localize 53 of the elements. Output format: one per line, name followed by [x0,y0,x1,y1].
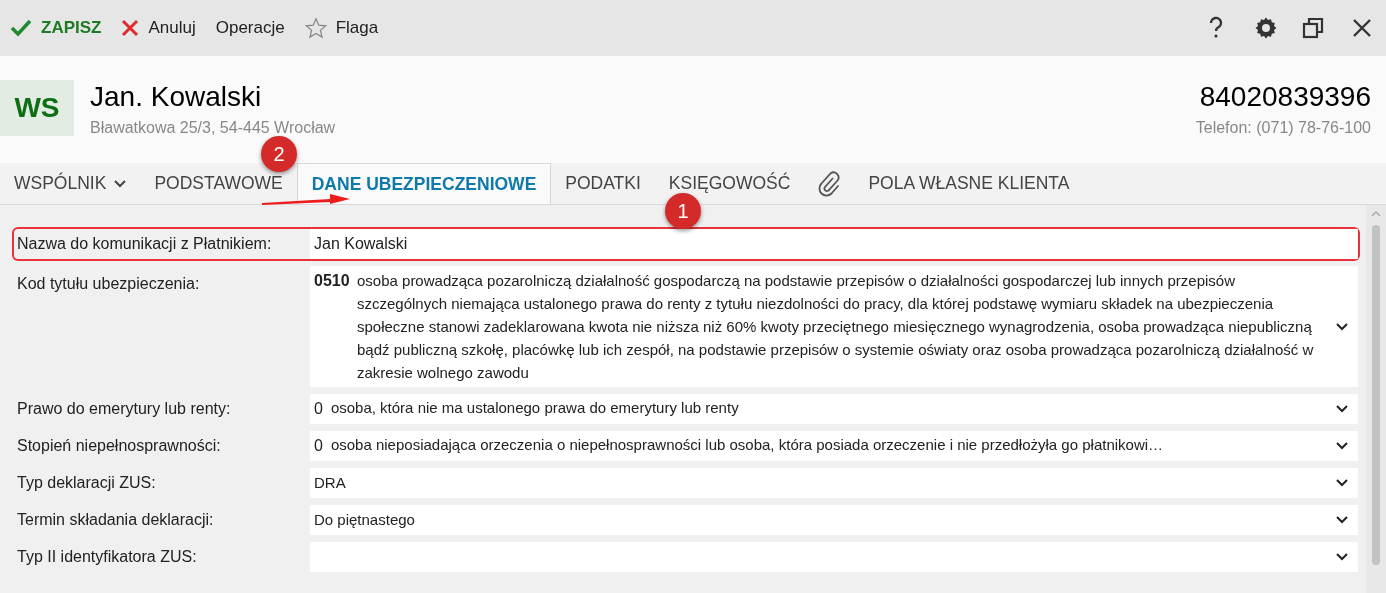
chevron-down-icon [114,179,127,188]
option-text: DRA [314,472,346,493]
save-button[interactable]: ZAPISZ [10,15,102,41]
select-field[interactable] [310,542,1358,572]
client-name: Jan. Kowalski [90,80,263,114]
select-field[interactable]: 0 osoba, która nie ma ustalonego prawa do emerytury lub renty [310,394,1358,424]
tab[interactable]: POLA WŁASNE KLIENTA [854,163,1084,204]
option-code: 0 [314,436,323,456]
chevron-down-icon [1336,322,1348,331]
field-label: Prawo do emerytury lub renty: [16,399,232,419]
restore-window-icon [1302,17,1324,39]
option-text: osoba, która nie ma ustalonego prawa do emerytury lub renty [330,398,739,418]
option-text: Do piętnastego [314,509,415,530]
field-label: Kod tytułu ubezpieczenia: [16,274,201,294]
select-field[interactable]: DRA [310,468,1358,498]
avatar: WS [0,80,74,136]
scrollbar-thumb[interactable] [1372,225,1380,565]
select-field[interactable]: 0 osoba nieposiadająca orzeczenia o niepełnosprawności lub osoba, która posiada orzeczenie i nie przedłożyła go płatnikowi… [310,431,1358,461]
client-address: Bławatkowa 25/3, 54-445 Wrocław [90,118,336,138]
phone-number: Telefon: (071) 78-76-100 [1195,118,1371,138]
scrollbar[interactable] [1366,205,1386,593]
flag-button[interactable]: Flaga [304,15,379,41]
field-label: Termin składania deklaracji: [16,510,215,530]
checkmark-icon [10,19,32,37]
settings-icon [1254,16,1278,40]
close-icon [121,19,140,37]
help-icon [1208,16,1224,40]
option-text: osoba nieposiadająca orzeczenia o niepełnosprawności lub osoba, która posiada orzeczenie i nie przedłożyła go płatnikowi… [330,435,1164,455]
scroll-up-icon [1371,211,1381,217]
chevron-down-icon [1336,553,1348,561]
close-icon [1352,18,1372,38]
option-code: 0510 [314,271,351,291]
field-label: Stopień niepełnosprawności: [16,436,222,456]
paperclip-icon [818,170,841,197]
chevron-down-icon [1336,405,1348,413]
name-input-field[interactable]: Jan Kowalski [310,229,1358,259]
star-icon [304,17,327,39]
select-field[interactable] [310,266,1358,387]
id-number: 84020839396 [1199,80,1371,114]
operations-button[interactable]: Operacje [215,15,285,41]
select-field[interactable]: Do piętnastego [310,505,1358,535]
option-text: osoba prowadząca pozarolniczą działalność gospodarczą na podstawie przepisów o działalności gospodarczej lub innych przepisów szczególnych niemająca ustalonego prawa do renty z tytułu niezdolności do pracy, dla której podstawę wymiaru składek na ubezpieczenia społeczne stanowi zadeklarowana kwota nie niższa niż 60% kwoty przeciętnego miesięcznego wynagrodzenia, osoba prowadząca niepubliczną bądź publiczną szkołę, placówkę lub ich zespół, na podstawie przepisów o systemie oświaty oraz osoba prowadząca pozarolniczą działalność w zakresie wolnego zawodu [357,271,1315,383]
option-code: 0 [314,399,323,419]
chevron-down-icon [1336,479,1348,487]
cancel-button[interactable]: Anuluj [121,15,196,41]
tab[interactable]: PODATKI [551,163,655,204]
chevron-down-icon [1336,442,1348,450]
field-label: Nazwa do komunikacji z Płatnikiem: [16,234,273,254]
chevron-down-icon [1336,516,1348,524]
field-label: Typ deklaracji ZUS: [16,473,157,493]
tab[interactable]: DANE UBEZPIECZENIOWE [296,163,552,204]
field-label: Typ II identyfikatora ZUS: [16,547,198,567]
tab[interactable]: WSPÓLNIK [0,163,141,204]
